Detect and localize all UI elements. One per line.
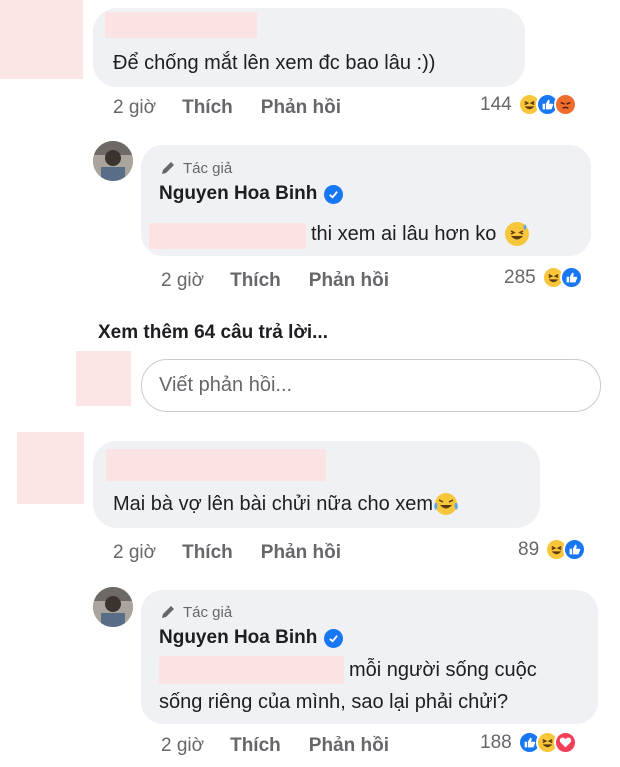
like-button[interactable]: Thích (230, 270, 281, 292)
pencil-icon (162, 162, 174, 174)
reaction-icons (541, 266, 583, 289)
reaction-summary[interactable]: 144 (480, 93, 577, 116)
reply-actions: 2 giờ Thích Phản hồi (161, 733, 389, 759)
reaction-count: 89 (518, 538, 540, 560)
reply-text-line1: mỗi người sống cuộc (349, 659, 537, 681)
reaction-icons (545, 538, 587, 561)
verified-icon (324, 628, 344, 648)
author-name-label: Nguyen Hoa Binh (159, 627, 318, 648)
like-button[interactable]: Thích (182, 542, 233, 564)
current-user-avatar[interactable] (76, 351, 131, 406)
author-avatar[interactable] (93, 141, 133, 181)
author-tag: Tác giả (159, 159, 232, 177)
comment-bubble: Mai bà vợ lên bài chửi nữa cho xem (93, 441, 540, 528)
verified-icon (324, 184, 344, 204)
reply-bubble: Tác giả Nguyen Hoa Binh thi xem ai lâu h… (141, 145, 591, 256)
reaction-count: 144 (480, 93, 512, 115)
comment-text: Mai bà vợ lên bài chửi nữa cho xem (113, 491, 459, 517)
author-avatar[interactable] (93, 587, 133, 627)
mentioned-user[interactable] (149, 223, 306, 249)
reply-button[interactable]: Phản hồi (261, 97, 341, 119)
comment-actions: 2 giờ Thích Phản hồi (113, 95, 341, 121)
reply-time[interactable]: 2 giờ (161, 735, 204, 757)
avatar[interactable] (0, 0, 83, 79)
comment-text-content: Mai bà vợ lên bài chửi nữa cho xem (113, 493, 434, 515)
reaction-summary[interactable]: 285 (504, 266, 583, 289)
tears-of-joy-emoji (433, 491, 459, 517)
author-name[interactable]: Nguyen Hoa Binh (159, 183, 344, 205)
reply-input[interactable]: Viết phản hồi... (141, 359, 601, 412)
love-reaction-icon (553, 731, 577, 754)
mentioned-user[interactable] (159, 656, 344, 684)
comment-actions: 2 giờ Thích Phản hồi (113, 540, 341, 566)
reaction-count: 188 (480, 731, 512, 753)
reply-input-placeholder: Viết phản hồi... (159, 374, 293, 396)
comment-time[interactable]: 2 giờ (113, 97, 156, 119)
reply-bubble: Tác giả Nguyen Hoa Binh mỗi người sống c… (141, 590, 598, 724)
reaction-count: 285 (504, 266, 536, 288)
like-reaction-icon (563, 538, 587, 561)
commenter-name[interactable] (106, 449, 326, 481)
reaction-summary[interactable]: 89 (518, 538, 587, 561)
pencil-icon (162, 606, 174, 618)
reaction-icons (517, 731, 577, 754)
reply-time[interactable]: 2 giờ (161, 270, 204, 292)
reaction-summary[interactable]: 188 (480, 731, 577, 754)
reply-text-content: thi xem ai lâu hơn ko (311, 223, 497, 245)
comment-text: Để chống mắt lên xem đc bao lâu :)) (113, 52, 436, 74)
like-button[interactable]: Thích (230, 735, 281, 757)
like-reaction-icon (559, 266, 583, 289)
author-tag-label: Tác giả (183, 159, 233, 177)
author-tag-label: Tác giả (183, 603, 233, 621)
comment-time[interactable]: 2 giờ (113, 542, 156, 564)
reply-actions: 2 giờ Thích Phản hồi (161, 268, 389, 294)
reply-button[interactable]: Phản hồi (309, 270, 389, 292)
reply-text: thi xem ai lâu hơn ko (311, 221, 530, 247)
commenter-name[interactable] (105, 12, 257, 38)
reply-button[interactable]: Phản hồi (309, 735, 389, 757)
author-name-label: Nguyen Hoa Binh (159, 183, 318, 204)
reply-button[interactable]: Phản hồi (261, 542, 341, 564)
comment-bubble: Để chống mắt lên xem đc bao lâu :)) (93, 8, 525, 87)
angry-reaction-icon (553, 93, 577, 116)
avatar[interactable] (17, 432, 84, 504)
sweat-smile-emoji (504, 221, 530, 247)
reply-text-line2: sống riêng của mình, sao lại phải chửi? (159, 691, 509, 713)
author-tag: Tác giả (159, 603, 232, 621)
like-button[interactable]: Thích (182, 97, 233, 119)
see-more-replies-link[interactable]: Xem thêm 64 câu trả lời... (98, 322, 328, 344)
reaction-icons (517, 93, 577, 116)
author-name[interactable]: Nguyen Hoa Binh (159, 627, 344, 649)
